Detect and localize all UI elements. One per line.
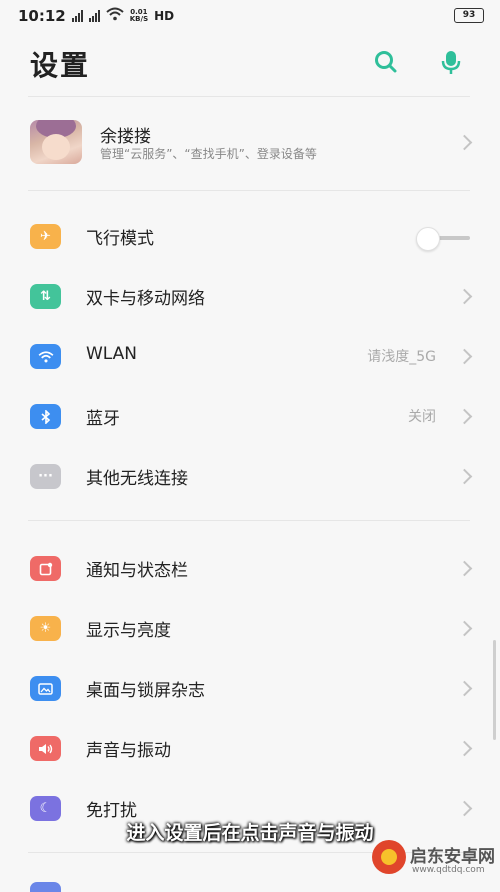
page-title: 设置 [30, 49, 91, 82]
chevron-right-icon [456, 468, 473, 485]
account-row[interactable]: 余搂搂 管理“云服务”、“查找手机”、登录设备等 [0, 108, 500, 178]
sound-vibration-row[interactable]: 声音与振动 [0, 718, 500, 778]
account-name: 余搂搂 [100, 127, 151, 147]
chevron-right-icon [456, 408, 473, 425]
sim-data-icon: ⇅ [30, 284, 61, 309]
wifi-status-icon [106, 7, 124, 25]
chevron-right-icon [456, 740, 473, 757]
clock: 10:12 [18, 7, 66, 25]
network-speed: 0.01 KB/S [129, 8, 149, 23]
avatar [30, 120, 82, 164]
other-wireless-row[interactable]: ··· 其他无线连接 [0, 446, 500, 506]
display-brightness-row[interactable]: ☀ 显示与亮度 [0, 598, 500, 658]
wlan-row[interactable]: WLAN 请浅度_5G [0, 326, 500, 386]
chevron-right-icon [456, 134, 473, 151]
airplane-mode-toggle[interactable] [416, 227, 470, 251]
row-label: 双卡与移动网络 [86, 289, 205, 309]
watermark: 启东安卓网 www.qdtdq.com [372, 836, 498, 886]
chevron-right-icon [456, 288, 473, 305]
brightness-icon: ☀ [30, 616, 61, 641]
chevron-right-icon [456, 620, 473, 637]
account-subtitle: 管理“云服务”、“查找手机”、登录设备等 [100, 147, 317, 161]
airplane-mode-row[interactable]: ✈ 飞行模式 [0, 206, 500, 266]
bluetooth-row[interactable]: 蓝牙 关闭 [0, 386, 500, 446]
scrollbar[interactable] [493, 640, 496, 740]
desktop-lockscreen-row[interactable]: 桌面与锁屏杂志 [0, 658, 500, 718]
wifi-icon [30, 344, 61, 369]
notification-statusbar-row[interactable]: 通知与状态栏 [0, 538, 500, 598]
row-label: WLAN [86, 344, 138, 364]
more-icon: ··· [30, 464, 61, 489]
divider [28, 96, 470, 97]
watermark-text: 启东安卓网 [410, 847, 495, 867]
dual-sim-network-row[interactable]: ⇅ 双卡与移动网络 [0, 266, 500, 326]
row-label: 飞行模式 [86, 229, 154, 249]
sound-icon [30, 736, 61, 761]
row-label: 其他无线连接 [86, 469, 188, 489]
hd-indicator: HD [154, 9, 175, 23]
bluetooth-icon [30, 404, 61, 429]
row-label: 声音与振动 [86, 741, 171, 761]
divider [28, 190, 470, 191]
signal-2-icon [88, 10, 100, 22]
signal-1-icon [71, 10, 83, 22]
row-label: 通知与状态栏 [86, 561, 188, 581]
search-icon[interactable] [372, 48, 400, 76]
chevron-right-icon [456, 560, 473, 577]
battery-icon: 93 [454, 8, 484, 23]
chevron-right-icon [456, 800, 473, 817]
row-label: 桌面与锁屏杂志 [86, 681, 205, 701]
wallpaper-icon [30, 676, 61, 701]
row-label: 蓝牙 [86, 409, 120, 429]
notification-icon [30, 556, 61, 581]
status-bar: 10:12 0.01 KB/S HD 93 [0, 0, 500, 32]
next-row-icon-peek [30, 882, 61, 892]
mic-icon[interactable] [437, 48, 465, 76]
wlan-value: 请浅度_5G [367, 349, 436, 365]
chevron-right-icon [456, 680, 473, 697]
watermark-logo-icon [372, 840, 406, 874]
watermark-url: www.qdtdq.com [412, 865, 485, 875]
header: 设置 [0, 40, 500, 90]
chevron-right-icon [456, 348, 473, 365]
airplane-icon: ✈ [30, 224, 61, 249]
bluetooth-value: 关闭 [408, 409, 436, 425]
divider [28, 520, 470, 521]
row-label: 显示与亮度 [86, 621, 171, 641]
